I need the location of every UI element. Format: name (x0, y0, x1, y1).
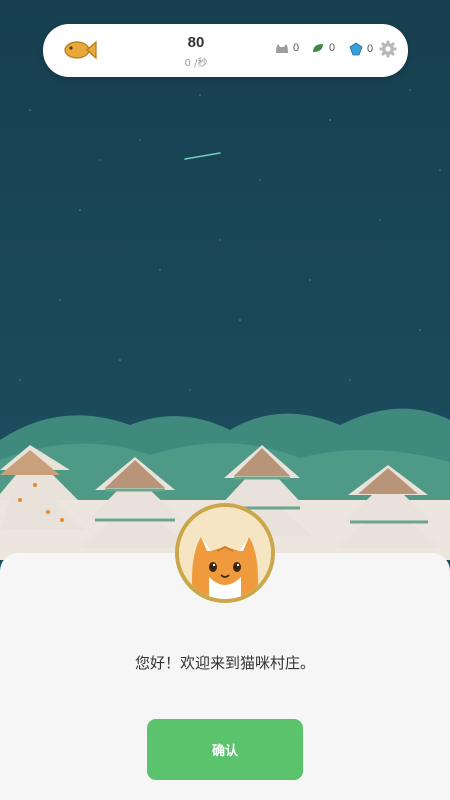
welcome-message: 您好！欢迎来到猫咪村庄。 (134, 654, 315, 672)
fish-count: 80 (187, 34, 205, 51)
gem-resource: 0 (349, 42, 373, 56)
gem-icon (349, 42, 363, 56)
resource-bar: 80 0 /秒 0 0 0 (43, 24, 408, 77)
cat-avatar (175, 503, 275, 603)
cat-icon (276, 44, 288, 53)
leaf-resource: 0 (311, 42, 335, 54)
leaf-icon (313, 44, 323, 52)
cat-resource: 0 (275, 42, 299, 54)
confirm-button[interactable]: 确认 (147, 719, 303, 780)
cat-face-icon (179, 507, 271, 599)
leaf-count: 0 (329, 42, 336, 54)
fish-rate: 0 /秒 (184, 58, 208, 69)
fish-icon (64, 40, 97, 60)
cat-count: 0 (293, 42, 300, 54)
gear-icon[interactable] (379, 40, 397, 58)
gem-count: 0 (367, 43, 374, 55)
